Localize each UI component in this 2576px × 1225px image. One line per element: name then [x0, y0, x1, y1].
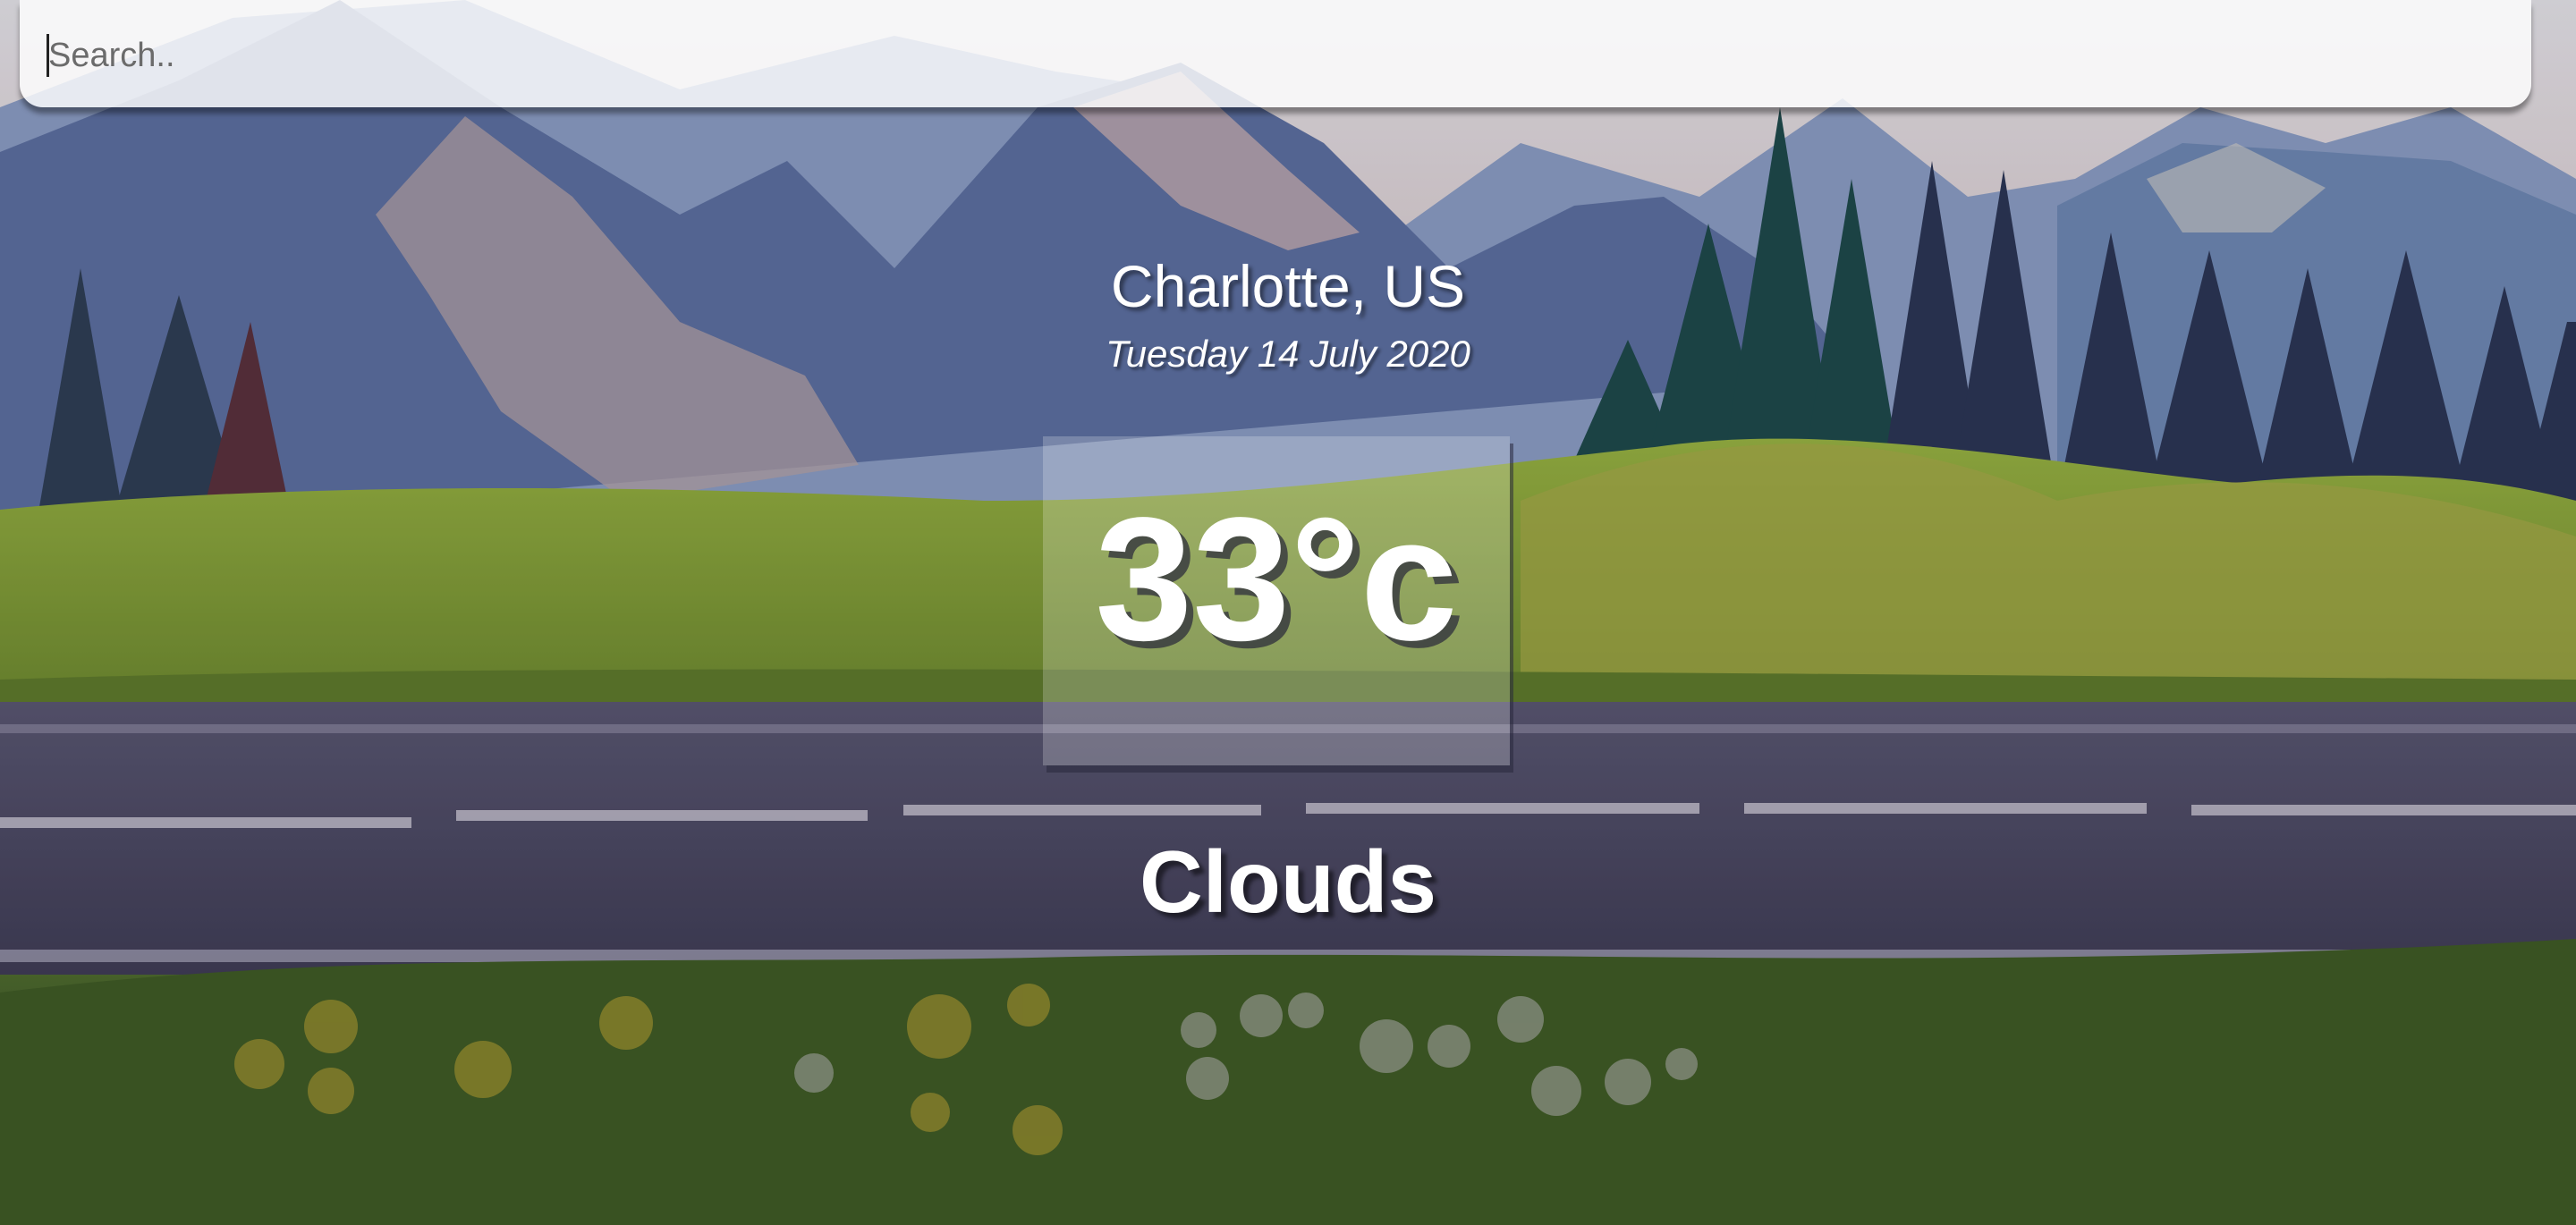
text-cursor — [47, 34, 49, 77]
date-label: Tuesday 14 July 2020 — [1106, 333, 1470, 375]
temperature-value: 33°c — [1095, 481, 1458, 677]
temperature-panel: 33°c — [1043, 436, 1510, 765]
location-label: Charlotte, US — [1110, 253, 1466, 319]
search-box — [20, 0, 2531, 107]
search-input[interactable] — [47, 25, 2501, 86]
weather-condition: Clouds — [1139, 832, 1437, 931]
